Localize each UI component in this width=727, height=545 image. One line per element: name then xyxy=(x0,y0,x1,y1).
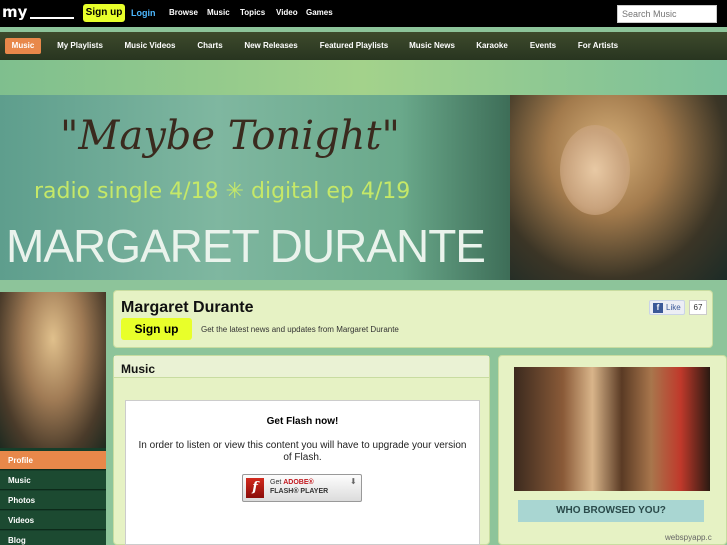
tab-events[interactable]: Events xyxy=(526,38,560,54)
music-heading: Music xyxy=(121,362,156,376)
who-browsed-button[interactable]: WHO BROWSED YOU? xyxy=(518,500,704,522)
sidebar-item-videos[interactable]: Videos xyxy=(0,511,106,530)
artist-tagline: Get the latest news and updates from Mar… xyxy=(201,325,399,334)
facebook-like-button[interactable]: f Like xyxy=(649,300,685,315)
banner-artist-name: MARGARET DURANTE xyxy=(6,220,486,272)
tab-karaoke[interactable]: Karaoke xyxy=(472,38,512,54)
sidebar-item-blog[interactable]: Blog xyxy=(0,531,106,545)
watermark: webspyapp.c xyxy=(665,533,712,542)
search-input[interactable] xyxy=(617,5,717,23)
background-strip xyxy=(0,60,727,95)
tab-charts[interactable]: Charts xyxy=(193,38,227,54)
music-card-header xyxy=(114,356,489,378)
banner-title: "Maybe Tonight" xyxy=(60,113,400,159)
artist-name: Margaret Durante xyxy=(121,299,254,316)
sidebar-item-music[interactable]: Music xyxy=(0,471,106,490)
flash-button-line1: Get ADOBE® xyxy=(270,479,314,486)
signup-button[interactable]: Sign up xyxy=(121,318,192,340)
flash-message: In order to listen or view this content … xyxy=(138,440,467,463)
flash-button-line2: FLASH® PLAYER xyxy=(270,488,329,495)
topnav-music[interactable]: Music xyxy=(207,8,230,17)
visitor-photo[interactable] xyxy=(514,367,710,491)
artist-banner[interactable]: "Maybe Tonight" radio single 4/18 ✳ digi… xyxy=(0,95,727,280)
sidebar-item-photos[interactable]: Photos xyxy=(0,491,106,510)
tab-my-playlists[interactable]: My Playlists xyxy=(52,38,108,54)
topnav-games[interactable]: Games xyxy=(306,8,333,17)
sidebar-item-profile[interactable]: Profile xyxy=(0,451,106,470)
topnav-video[interactable]: Video xyxy=(276,8,298,17)
tab-music-videos[interactable]: Music Videos xyxy=(120,38,180,54)
signup-button-top[interactable]: Sign up xyxy=(83,4,125,22)
site-logo[interactable]: my xyxy=(2,3,74,23)
like-count: 67 xyxy=(689,300,707,315)
facebook-icon: f xyxy=(653,303,663,313)
login-link[interactable]: Login xyxy=(131,8,156,18)
like-label: Like xyxy=(666,303,681,312)
banner-subtitle: radio single 4/18 ✳ digital ep 4/19 xyxy=(34,179,411,204)
flash-title: Get Flash now! xyxy=(266,416,339,427)
artist-avatar[interactable] xyxy=(0,292,106,448)
tab-music[interactable]: Music xyxy=(5,38,41,54)
topnav-topics[interactable]: Topics xyxy=(240,8,265,17)
tab-featured-playlists[interactable]: Featured Playlists xyxy=(316,38,392,54)
banner-face xyxy=(560,125,630,215)
flash-player-icon: f xyxy=(246,478,264,498)
tab-music-news[interactable]: Music News xyxy=(405,38,459,54)
topnav-browse[interactable]: Browse xyxy=(169,8,198,17)
tab-for-artists[interactable]: For Artists xyxy=(574,38,622,54)
logo-underline xyxy=(30,17,74,19)
tab-new-releases[interactable]: New Releases xyxy=(240,38,302,54)
download-arrow-icon: ⬇ xyxy=(350,477,357,486)
